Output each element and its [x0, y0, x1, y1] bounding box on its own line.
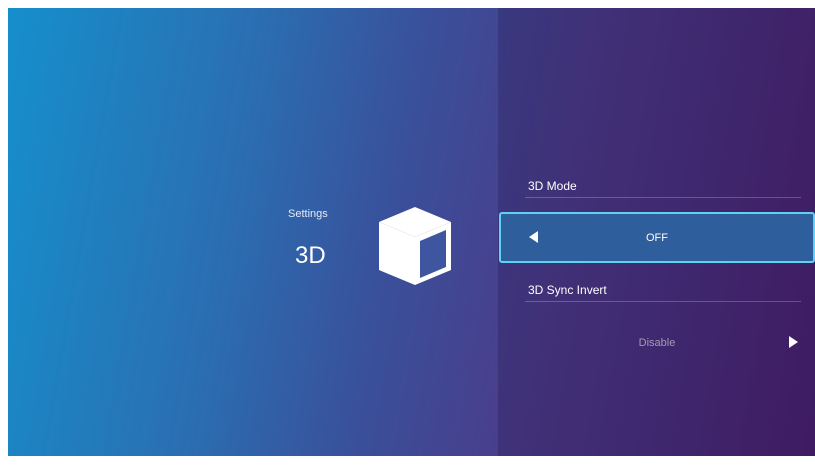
- option-value-3d-sync-invert: Disable: [638, 336, 676, 349]
- cube-icon: [379, 207, 451, 285]
- option-label-3d-mode: 3D Mode: [528, 179, 577, 193]
- section-title: 3D: [295, 242, 326, 269]
- divider: [525, 301, 801, 302]
- arrow-right-icon[interactable]: [789, 336, 798, 348]
- projector-menu-screen: Settings 3D 3D Mode OFF 3D Sync Invert D…: [8, 8, 815, 456]
- section-header-panel: Settings 3D: [8, 8, 498, 456]
- option-value-3d-mode: OFF: [646, 231, 668, 244]
- option-label-3d-sync-invert: 3D Sync Invert: [528, 283, 607, 297]
- option-3d-sync-invert-selector[interactable]: Disable: [499, 317, 815, 368]
- settings-category-label: Settings: [288, 208, 328, 220]
- option-3d-mode-selector[interactable]: OFF: [499, 212, 815, 263]
- divider: [525, 197, 801, 198]
